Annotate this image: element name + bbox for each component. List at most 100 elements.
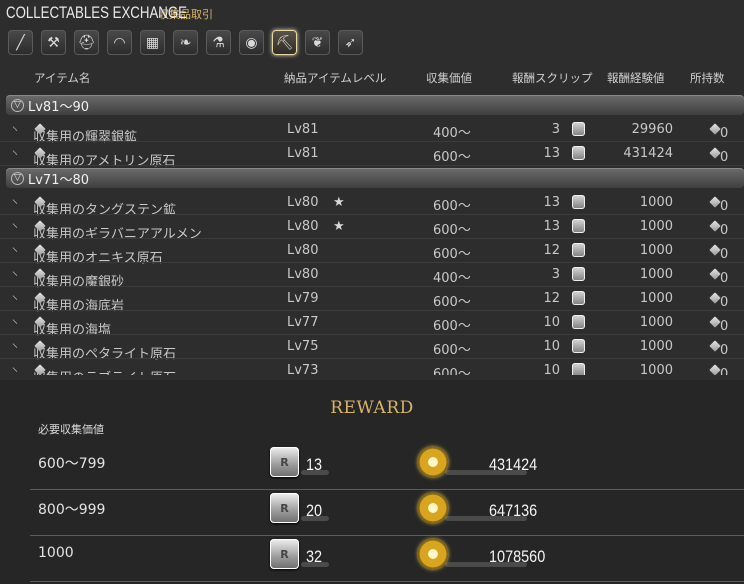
carpenter-icon[interactable]: ╱ (8, 30, 33, 55)
item-scrip: 10 (543, 339, 560, 354)
blacksmith-icon[interactable]: ⚒ (41, 30, 66, 55)
item-level: Lv80 (287, 243, 319, 258)
scrip-icon (572, 363, 585, 375)
item-exp: 1000 (639, 363, 673, 375)
table-row[interactable]: ⸌ 収集用のペタライト原石 Lv75 600～ 10 1000 0 (0, 335, 744, 362)
item-collectability: 600～ (433, 319, 471, 334)
item-exp: 1000 (639, 315, 673, 330)
weaver-icon[interactable]: ❧ (173, 30, 198, 55)
item-scrip: 13 (543, 195, 560, 210)
column-header-exp[interactable]: 報酬経験値 (607, 70, 665, 86)
item-name: 収集用の海塩 (33, 315, 111, 338)
scrip-token-icon: R (270, 447, 299, 477)
item-exp: 1000 (639, 267, 673, 282)
item-scrip: 3 (551, 122, 560, 137)
item-level: Lv73 (287, 363, 319, 375)
star-icon: ★ (333, 219, 345, 234)
owned-icon (709, 123, 721, 135)
exp-icon (418, 447, 448, 477)
column-header-item[interactable]: アイテム名 (34, 70, 90, 86)
item-name: 収集用のペタライト原石 (33, 339, 176, 362)
owned-icon (709, 244, 721, 256)
table-row[interactable]: ⸌ 収集用のアメトリン原石 Lv81 600～ 13 431424 0 (0, 142, 744, 169)
item-exp: 1000 (639, 195, 673, 210)
tier-range: 1000 (38, 545, 74, 561)
item-collectability: 600～ (433, 247, 471, 262)
tier-divider (30, 581, 744, 582)
table-row[interactable]: ⸌ 収集用の海塩 Lv77 600～ 10 1000 0 (0, 311, 744, 338)
item-name: 収集用のアメトリン原石 (33, 146, 175, 169)
tier-exp: 1078560 (489, 547, 546, 566)
owned-icon (709, 364, 721, 375)
reward-tier-row: 800～999 R 20 647136 (0, 491, 744, 536)
table-row[interactable]: ⸌ 収集用のオニキス原石 Lv80 600～ 12 1000 0 (0, 239, 744, 266)
table-row[interactable]: ⸌ 収集用の海底岩 Lv79 600～ 12 1000 0 (0, 287, 744, 314)
item-owned: 0 (720, 319, 729, 334)
tier-divider (30, 489, 744, 490)
goldsmith-icon[interactable]: ◠ (107, 30, 132, 55)
reward-tier-row: 600～799 R 13 431424 (0, 445, 744, 490)
item-scrip: 12 (543, 243, 560, 258)
item-exp: 431424 (623, 146, 673, 161)
window-title: COLLECTABLES EXCHANGE (6, 3, 188, 22)
tier-range: 600～799 (38, 456, 106, 472)
item-owned: 0 (720, 271, 729, 286)
column-header-collectability[interactable]: 収集価値 (426, 70, 472, 86)
armorer-icon[interactable]: ⛑ (74, 30, 99, 55)
table-row[interactable]: ⸌ 収集用のタングステン鉱 Lv80 ★ 600～ 13 1000 0 (0, 191, 744, 218)
owned-icon (709, 147, 721, 159)
table-row[interactable]: ⸌ 収集用の魔銀砂 Lv80 400～ 3 1000 0 (0, 263, 744, 290)
item-name: 収集用のタングステン鉱 (33, 195, 176, 218)
table-row[interactable]: ⸌ 収集用のギラバニアアルメン Lv80 ★ 600～ 13 1000 0 (0, 215, 744, 242)
item-exp: 1000 (639, 219, 673, 234)
collapse-triangle-icon[interactable]: ▽ (11, 171, 24, 185)
item-collectability: 600～ (433, 343, 471, 358)
scrip-icon (572, 122, 585, 136)
owned-icon (709, 196, 721, 208)
required-collectability-label: 必要収集価値 (38, 423, 104, 436)
tier-divider (30, 535, 744, 536)
table-row[interactable]: ⸌ 収集用のラブライト原石 Lv73 600～ 10 1000 0 (0, 359, 744, 375)
item-name: 収集用のギラバニアアルメン (33, 219, 202, 242)
column-header-level[interactable]: 納品アイテムレベル (284, 70, 386, 86)
miner-icon[interactable]: ⛏ (272, 30, 297, 55)
group-header[interactable]: ▽ Lv81～90 (6, 95, 744, 115)
botanist-icon[interactable]: ❦ (305, 30, 330, 55)
job-tab-bar: ╱ ⚒ ⛑ ◠ ▦ ❧ ⚗ ◉ ⛏ ❦ ➶ (8, 30, 371, 58)
culinarian-icon[interactable]: ◉ (239, 30, 264, 55)
column-header-scrip[interactable]: 報酬スクリップ (512, 70, 593, 86)
item-level: Lv81 (287, 146, 319, 161)
leatherworker-icon[interactable]: ▦ (140, 30, 165, 55)
item-exp: 1000 (639, 243, 673, 258)
scrip-icon (572, 219, 585, 233)
pickaxe-icon: ⸌ (12, 245, 19, 259)
item-scrip: 12 (543, 291, 560, 306)
pickaxe-icon: ⸌ (12, 317, 19, 331)
pickaxe-icon: ⸌ (12, 197, 19, 211)
tier-range: 800～999 (38, 502, 106, 518)
group-label: Lv71～80 (28, 172, 90, 188)
item-level: Lv81 (287, 122, 319, 137)
item-list[interactable]: ▽ Lv81～90 ⸌ 収集用の輝翠銀鉱 Lv81 400～ 3 29960 0 ⸌ 収集用のアメト… (0, 93, 744, 375)
item-owned: 0 (720, 150, 729, 165)
pickaxe-icon: ⸌ (12, 124, 19, 138)
collapse-triangle-icon[interactable]: ▽ (11, 98, 24, 112)
alchemist-icon[interactable]: ⚗ (206, 30, 231, 55)
fisher-icon[interactable]: ➶ (338, 30, 363, 55)
item-collectability: 600～ (433, 367, 471, 375)
column-header-owned[interactable]: 所持数 (690, 70, 725, 86)
scrip-icon (572, 146, 585, 160)
reward-tier-row: 1000 R 32 1078560 (0, 537, 744, 582)
item-name: 収集用の輝翠銀鉱 (33, 122, 137, 145)
item-level: Lv80 (287, 219, 319, 234)
tier-exp: 647136 (489, 501, 538, 520)
scrip-icon (572, 195, 585, 209)
table-row[interactable]: ⸌ 収集用の輝翠銀鉱 Lv81 400～ 3 29960 0 (0, 118, 744, 145)
item-collectability: 400～ (433, 271, 471, 286)
item-collectability: 600～ (433, 223, 471, 238)
group-header[interactable]: ▽ Lv71～80 (6, 168, 744, 188)
scrip-icon (572, 243, 585, 257)
item-name: 収集用のオニキス原石 (33, 243, 163, 266)
item-exp: 29960 (631, 122, 673, 137)
owned-icon (709, 316, 721, 328)
